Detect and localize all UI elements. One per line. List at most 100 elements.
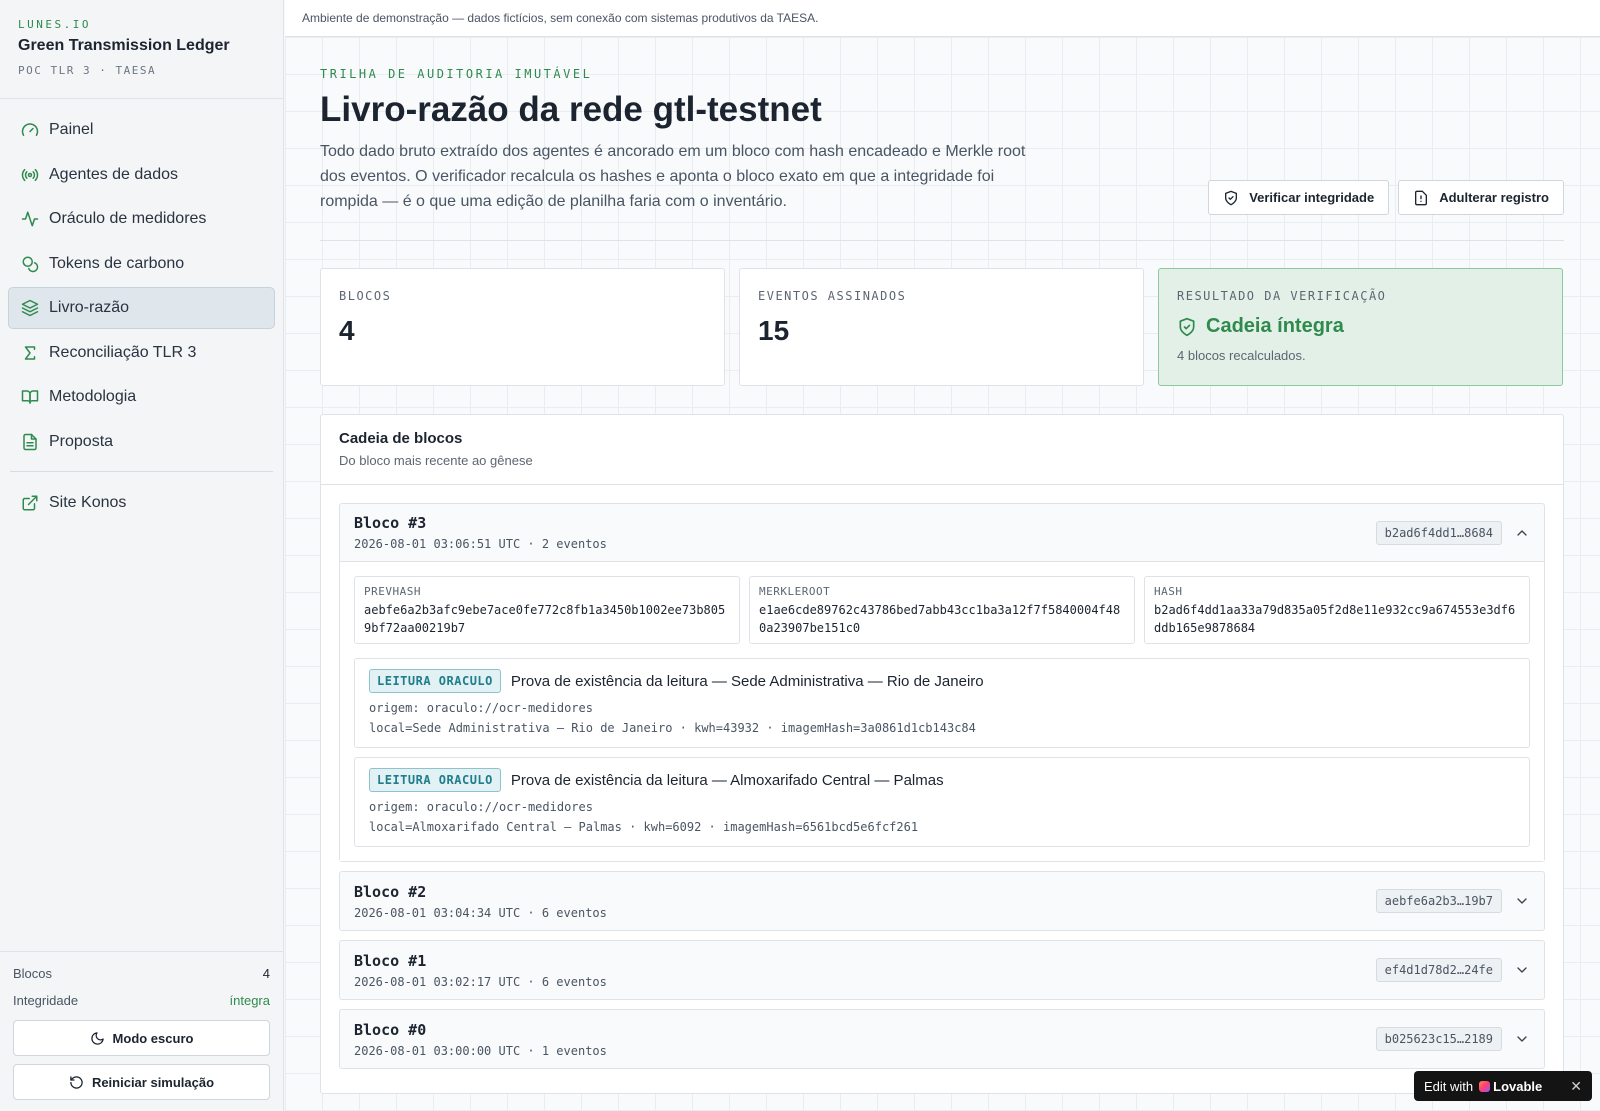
block-details: PREVHASH aebfe6a2b3afc9ebe7ace0fe772c8fb… (340, 562, 1544, 861)
sidebar-item-label: Reconciliação TLR 3 (49, 343, 197, 361)
event-title: Prova de existência da leitura — Sede Ad… (510, 672, 984, 690)
blocks-count-row: Blocos 4 (13, 966, 270, 981)
page-kicker: TRILHA DE AUDITORIA IMUTÁVEL (320, 67, 593, 81)
block-toggle[interactable]: Bloco #2 2026-08-01 03:04:34 UTC · 6 eve… (340, 872, 1544, 930)
blocks-count-label: Blocos (13, 966, 53, 981)
integrity-value: íntegra (229, 993, 270, 1008)
sidebar-item-label: Livro-razão (49, 299, 130, 316)
sidebar-item-livro-razao[interactable]: Livro-razão (8, 287, 275, 329)
block-toggle[interactable]: Bloco #0 2026-08-01 03:00:00 UTC · 1 eve… (340, 1010, 1544, 1068)
block-title: Bloco #0 (354, 1020, 427, 1039)
activity-icon (21, 211, 39, 227)
lovable-logo-icon (1479, 1080, 1491, 1092)
sidebar-item-label: Tokens de carbono (49, 254, 185, 272)
merkleroot-cell: MERKLEROOT e1ae6cde89762c43786bed7abb43c… (749, 576, 1135, 644)
shield-check-icon (1179, 317, 1195, 336)
chevron-up-icon (1517, 529, 1527, 536)
event-detail: local=Sede Administrativa — Rio de Janei… (369, 721, 976, 735)
block-hash-badge: aebfe6a2b3…19b7 (1375, 889, 1502, 913)
sidebar-item-metodologia[interactable]: Metodologia (8, 376, 275, 418)
block-title: Bloco #1 (354, 951, 427, 970)
stat-result-title-text: Cadeia íntegra (1206, 315, 1344, 337)
sidebar-item-agentes[interactable]: Agentes de dados (8, 154, 275, 196)
chain-header: Cadeia de blocos Do bloco mais recente a… (321, 415, 1563, 485)
close-icon[interactable]: ✕ (1570, 1078, 1582, 1095)
stats-row: BLOCOS 4 EVENTOS ASSINADOS 15 RESULTADO … (320, 268, 1564, 386)
prevhash-value: aebfe6a2b3afc9ebe7ace0fe772c8fb1a3450b10… (364, 603, 726, 635)
integrity-row: Integridade íntegra (13, 993, 270, 1008)
event-item: LEITURA ORACULO Prova de existência da l… (354, 757, 1530, 847)
chain-subtitle: Do bloco mais recente ao gênese (339, 453, 533, 468)
reset-simulation-label: Reiniciar simulação (91, 1074, 215, 1090)
stat-blocks-value: 4 (339, 315, 355, 346)
radio-icon (21, 168, 39, 181)
block-toggle[interactable]: Bloco #3 2026-08-01 03:06:51 UTC · 2 eve… (340, 504, 1544, 562)
sidebar-item-reconciliacao[interactable]: Reconciliação TLR 3 (8, 332, 275, 374)
stat-result-title: Cadeia íntegra (1177, 315, 1544, 338)
sidebar-item-proposta[interactable]: Proposta (8, 421, 275, 463)
block-hash-badge: b2ad6f4dd1…8684 (1375, 520, 1502, 545)
sidebar-item-label: Agentes de dados (49, 165, 178, 183)
header-divider (320, 240, 1564, 241)
main-area: Ambiente de demonstração — dados fictíci… (285, 0, 1600, 1111)
edit-with-lovable-badge[interactable]: Edit with Lovable ✕ (1414, 1071, 1592, 1101)
event-title: Prova de existência da leitura — Almoxar… (510, 771, 944, 789)
dark-mode-label: Modo escuro (112, 1030, 194, 1046)
brand-kicker: LUNES.IO (18, 18, 91, 31)
chevron-down-icon (1517, 898, 1527, 904)
file-text-icon (23, 433, 37, 450)
tamper-record-button[interactable]: Adulterar registro (1398, 180, 1564, 215)
sidebar-item-tokens[interactable]: Tokens de carbono (8, 243, 275, 285)
event-detail: local=Almoxarifado Central — Palmas · kw… (369, 820, 919, 834)
stat-blocks: BLOCOS 4 (320, 268, 725, 386)
sidebar-item-painel[interactable]: Painel (8, 109, 275, 151)
merkleroot-label: MERKLEROOT (759, 585, 831, 598)
block-item: Bloco #2 2026-08-01 03:04:34 UTC · 6 eve… (339, 871, 1545, 931)
stat-verification-result: RESULTADO DA VERIFICAÇÃO Cadeia íntegra … (1158, 268, 1563, 386)
prevhash-label: PREVHASH (364, 585, 421, 598)
moon-icon (90, 1031, 104, 1045)
block-info: Bloco #2 2026-08-01 03:04:34 UTC · 6 eve… (354, 883, 1376, 920)
block-item: Bloco #3 2026-08-01 03:06:51 UTC · 2 eve… (339, 503, 1545, 862)
gauge-icon (21, 123, 39, 136)
block-meta: 2026-08-01 03:02:17 UTC · 6 eventos (354, 974, 607, 989)
block-list: Bloco #3 2026-08-01 03:06:51 UTC · 2 eve… (321, 485, 1563, 1069)
block-info: Bloco #0 2026-08-01 03:00:00 UTC · 1 eve… (354, 1021, 1376, 1058)
block-hash-badge: b025623c15…2189 (1375, 1027, 1502, 1051)
rotate-ccw-icon (70, 1075, 83, 1089)
event-type-badge: LEITURA ORACULO (369, 669, 501, 693)
sidebar-item-oraculo[interactable]: Oráculo de medidores (8, 198, 275, 240)
coins-icon (22, 256, 39, 272)
block-toggle[interactable]: Bloco #1 2026-08-01 03:02:17 UTC · 6 eve… (340, 941, 1544, 999)
event-origin: origem: oraculo://ocr-medidores (369, 701, 593, 715)
demo-banner: Ambiente de demonstração — dados fictíci… (285, 0, 1600, 37)
page-title: Livro-razão da rede gtl-testnet (320, 90, 822, 129)
sidebar-item-label: Proposta (49, 432, 114, 450)
layers-icon (21, 299, 39, 317)
block-info: Bloco #1 2026-08-01 03:02:17 UTC · 6 eve… (354, 952, 1376, 989)
stat-result-label: RESULTADO DA VERIFICAÇÃO (1177, 289, 1387, 303)
lovable-brand: Lovable (1493, 1078, 1543, 1094)
sidebar-item-site-konos[interactable]: Site Konos (8, 482, 275, 524)
verify-integrity-button[interactable]: Verificar integridade (1208, 180, 1390, 215)
nav-divider (10, 470, 273, 472)
brand-title: Green Transmission Ledger (18, 37, 230, 54)
page-description: Todo dado bruto extraído dos agentes é a… (320, 143, 1026, 210)
brand-subtitle: POC TLR 3 · TAESA (18, 64, 157, 77)
file-warning-icon (1415, 190, 1428, 205)
sidebar-item-label: Metodologia (49, 388, 137, 405)
sidebar-item-label: Painel (49, 121, 94, 138)
stat-events-value: 15 (758, 315, 790, 346)
dark-mode-button[interactable]: Modo escuro (13, 1020, 270, 1056)
hash-value: b2ad6f4dd1aa33a79d835a05f2d8e11e932cc9a6… (1154, 603, 1516, 635)
block-info: Bloco #3 2026-08-01 03:06:51 UTC · 2 eve… (354, 514, 1376, 551)
event-origin: origem: oraculo://ocr-medidores (369, 800, 593, 814)
reset-simulation-button[interactable]: Reiniciar simulação (13, 1064, 270, 1100)
hash-label: HASH (1154, 585, 1183, 598)
lovable-prefix: Edit with (1424, 1078, 1474, 1094)
block-item: Bloco #1 2026-08-01 03:02:17 UTC · 6 eve… (339, 940, 1545, 1000)
content: TRILHA DE AUDITORIA IMUTÁVEL Livro-razão… (320, 37, 1564, 1094)
event-type-badge: LEITURA ORACULO (369, 768, 501, 792)
prevhash-cell: PREVHASH aebfe6a2b3afc9ebe7ace0fe772c8fb… (354, 576, 740, 644)
event-header: LEITURA ORACULO Prova de existência da l… (369, 669, 1515, 693)
